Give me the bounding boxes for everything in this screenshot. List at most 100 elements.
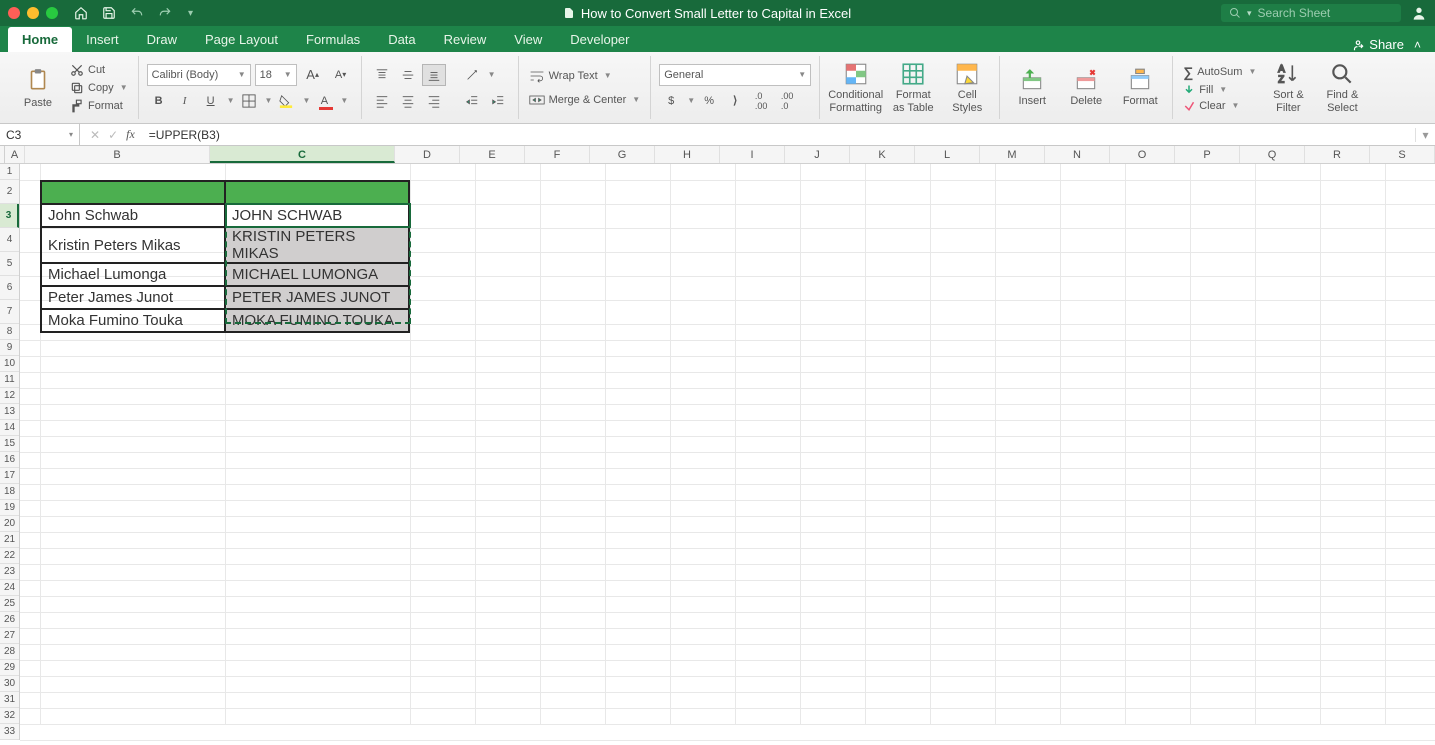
tab-page-layout[interactable]: Page Layout (191, 27, 292, 52)
font-size-select[interactable]: 18▼ (255, 64, 297, 86)
row-header-30[interactable]: 30 (0, 676, 19, 692)
align-bottom-button[interactable] (422, 64, 446, 86)
fill-button[interactable]: Fill▼ (1181, 83, 1258, 97)
font-color-button[interactable]: A (312, 90, 336, 112)
row-header-11[interactable]: 11 (0, 372, 19, 388)
search-input[interactable] (1258, 6, 1393, 20)
row-header-6[interactable]: 6 (0, 276, 19, 300)
row-header-27[interactable]: 27 (0, 628, 19, 644)
cell-b5[interactable]: Michael Lumonga (41, 263, 225, 286)
fx-icon[interactable]: fx (126, 127, 135, 142)
column-header-Q[interactable]: Q (1240, 146, 1305, 163)
number-format-select[interactable]: General▼ (659, 64, 811, 86)
insert-cells-button[interactable]: Insert (1008, 67, 1056, 107)
sort-filter-button[interactable]: AZ Sort & Filter (1264, 61, 1312, 113)
row-header-24[interactable]: 24 (0, 580, 19, 596)
row-header-10[interactable]: 10 (0, 356, 19, 372)
align-center-button[interactable] (396, 90, 420, 112)
bold-button[interactable]: B (147, 90, 171, 112)
row-header-23[interactable]: 23 (0, 564, 19, 580)
wrap-text-button[interactable]: Wrap Text▼ (527, 68, 643, 84)
format-painter-button[interactable]: Format (68, 98, 130, 114)
row-header-21[interactable]: 21 (0, 532, 19, 548)
tab-developer[interactable]: Developer (556, 27, 643, 52)
row-header-17[interactable]: 17 (0, 468, 19, 484)
name-box-dropdown-icon[interactable]: ▾ (69, 130, 73, 139)
accept-formula-icon[interactable]: ✓ (108, 128, 118, 142)
column-header-B[interactable]: B (25, 146, 210, 163)
row-header-2[interactable]: 2 (0, 180, 19, 204)
column-header-S[interactable]: S (1370, 146, 1435, 163)
row-header-12[interactable]: 12 (0, 388, 19, 404)
delete-cells-button[interactable]: Delete (1062, 67, 1110, 107)
align-middle-button[interactable] (396, 64, 420, 86)
row-header-22[interactable]: 22 (0, 548, 19, 564)
search-sheet-box[interactable]: ▾ (1221, 4, 1401, 22)
row-header-26[interactable]: 26 (0, 612, 19, 628)
format-as-table-button[interactable]: Format as Table (889, 61, 937, 113)
accounting-format-button[interactable]: $ (659, 90, 683, 112)
column-header-E[interactable]: E (460, 146, 525, 163)
column-header-K[interactable]: K (850, 146, 915, 163)
clear-button[interactable]: Clear▼ (1181, 99, 1258, 113)
column-header-R[interactable]: R (1305, 146, 1370, 163)
user-account-icon[interactable] (1411, 5, 1427, 21)
percent-format-button[interactable]: % (697, 90, 721, 112)
cell-b6[interactable]: Peter James Junot (41, 286, 225, 309)
row-header-20[interactable]: 20 (0, 516, 19, 532)
row-header-8[interactable]: 8 (0, 324, 19, 340)
cell-c6[interactable]: PETER JAMES JUNOT (225, 286, 409, 309)
cell-b3[interactable]: John Schwab (41, 204, 225, 227)
share-button[interactable]: Share (1351, 37, 1404, 52)
column-header-A[interactable]: A (5, 146, 25, 163)
cell-c7[interactable]: MOKA FUMINO TOUKA (225, 309, 409, 332)
cancel-formula-icon[interactable]: ✕ (90, 128, 100, 142)
italic-button[interactable]: I (173, 90, 197, 112)
cell-b4[interactable]: Kristin Peters Mikas (41, 227, 225, 263)
autosum-button[interactable]: ∑AutoSum▼ (1181, 63, 1258, 81)
orientation-button[interactable] (460, 64, 484, 86)
row-header-25[interactable]: 25 (0, 596, 19, 612)
row-header-5[interactable]: 5 (0, 252, 19, 276)
column-header-M[interactable]: M (980, 146, 1045, 163)
conditional-formatting-button[interactable]: Conditional Formatting (828, 61, 883, 113)
column-header-C[interactable]: C (210, 146, 395, 163)
row-header-3[interactable]: 3 (0, 204, 19, 228)
align-top-button[interactable] (370, 64, 394, 86)
row-header-7[interactable]: 7 (0, 300, 19, 324)
increase-decimal-button[interactable]: .0.00 (749, 90, 773, 112)
paste-button[interactable]: Paste (14, 65, 62, 109)
row-header-1[interactable]: 1 (0, 164, 19, 180)
row-header-16[interactable]: 16 (0, 452, 19, 468)
row-header-18[interactable]: 18 (0, 484, 19, 500)
column-header-L[interactable]: L (915, 146, 980, 163)
undo-icon[interactable] (130, 6, 144, 20)
close-window-button[interactable] (8, 7, 20, 19)
row-header-4[interactable]: 4 (0, 228, 19, 252)
tab-review[interactable]: Review (430, 27, 501, 52)
cell-c5[interactable]: MICHAEL LUMONGA (225, 263, 409, 286)
row-header-14[interactable]: 14 (0, 420, 19, 436)
tab-insert[interactable]: Insert (72, 27, 133, 52)
save-icon[interactable] (102, 6, 116, 20)
tab-draw[interactable]: Draw (133, 27, 191, 52)
cells-area[interactable]: John SchwabJOHN SCHWABKristin Peters Mik… (20, 164, 1435, 724)
column-header-J[interactable]: J (785, 146, 850, 163)
decrease-font-button[interactable]: A▾ (329, 64, 353, 86)
merge-center-button[interactable]: Merge & Center▼ (527, 92, 643, 108)
cell-c3[interactable]: JOHN SCHWAB (225, 204, 409, 227)
row-header-19[interactable]: 19 (0, 500, 19, 516)
collapse-ribbon-icon[interactable]: ˄ (1414, 38, 1421, 52)
tab-home[interactable]: Home (8, 27, 72, 52)
minimize-window-button[interactable] (27, 7, 39, 19)
format-cells-button[interactable]: Format (1116, 67, 1164, 107)
expand-formula-bar-icon[interactable]: ▾ (1415, 128, 1435, 142)
name-box[interactable]: C3 ▾ (0, 124, 80, 145)
font-name-select[interactable]: Calibri (Body)▼ (147, 64, 251, 86)
copy-button[interactable]: Copy▼ (68, 80, 130, 96)
comma-format-button[interactable]: ⟩ (723, 90, 747, 112)
align-right-button[interactable] (422, 90, 446, 112)
border-button[interactable] (237, 90, 261, 112)
cell-c4[interactable]: KRISTIN PETERS MIKAS (225, 227, 409, 263)
redo-icon[interactable] (158, 6, 172, 20)
